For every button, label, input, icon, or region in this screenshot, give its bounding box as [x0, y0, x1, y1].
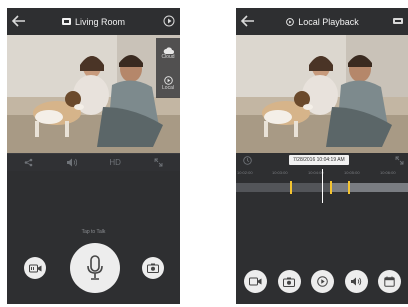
event-marker[interactable]: [348, 181, 350, 194]
live-video-feed[interactable]: Cloud Local: [7, 35, 180, 153]
record-button[interactable]: [244, 270, 267, 293]
camera-snapshot-icon: [147, 263, 159, 273]
volume-button[interactable]: [344, 270, 368, 293]
local-label: Local: [162, 84, 174, 91]
title-text: Local Playback: [298, 16, 359, 27]
calendar-button[interactable]: [378, 270, 401, 293]
tick-label: 10:03:00: [272, 170, 288, 175]
local-button[interactable]: Local: [156, 68, 180, 98]
timeline-recorded-segment: [331, 183, 408, 192]
tap-to-talk-label: Tap to Talk: [81, 229, 106, 235]
expand-icon[interactable]: [395, 156, 404, 165]
video-control-bar: HD: [7, 153, 180, 171]
speaker-icon: [67, 158, 78, 167]
local-playback-screen: Local Playback 7/28/2016 10:04:19 AM 10:…: [236, 8, 408, 304]
quality-button[interactable]: HD: [108, 156, 122, 170]
screen-title: Living Room: [7, 8, 180, 35]
play-button[interactable]: [311, 270, 334, 293]
sd-card-icon[interactable]: [392, 15, 404, 27]
video-frame: [7, 35, 180, 153]
video-record-icon: [28, 264, 41, 272]
camera-icon: [61, 18, 71, 25]
playback-toolbar: [244, 270, 401, 293]
video-record-icon: [249, 277, 262, 286]
playback-video[interactable]: [236, 35, 408, 153]
tick-label: 10:02:00: [237, 170, 253, 175]
event-marker[interactable]: [290, 181, 292, 194]
microphone-icon: [87, 255, 103, 280]
storage-side-menu: Cloud Local: [156, 38, 180, 98]
speaker-icon: [351, 277, 362, 286]
event-marker[interactable]: [330, 181, 332, 194]
expand-icon: [154, 158, 163, 167]
share-button[interactable]: [22, 156, 36, 170]
timeline-cursor[interactable]: [322, 169, 323, 203]
snapshot-button[interactable]: [142, 257, 164, 279]
video-frame: [236, 35, 408, 153]
screen-title: Local Playback: [236, 8, 408, 35]
playback-timestamp: 7/28/2016 10:04:19 AM: [289, 155, 349, 165]
camera-snapshot-icon: [283, 277, 295, 287]
play-circle-icon[interactable]: [163, 15, 175, 27]
playback-timeline[interactable]: 10:02:00 10:03:00 10:04:00 10:05:00 10:0…: [236, 169, 408, 203]
push-to-talk-button[interactable]: [70, 243, 120, 293]
share-icon: [24, 158, 33, 167]
volume-button[interactable]: [65, 156, 79, 170]
cloud-label: Cloud: [161, 53, 175, 60]
record-button[interactable]: [24, 257, 46, 279]
snapshot-button[interactable]: [277, 270, 301, 293]
tick-label: 10:06:00: [380, 170, 396, 175]
tick-label: 10:05:00: [344, 170, 360, 175]
cloud-button[interactable]: Cloud: [156, 38, 180, 68]
title-text: Living Room: [74, 16, 126, 27]
header: Living Room: [7, 8, 180, 35]
live-view-screen: Living Room Cloud Local HD Tap to Talk: [7, 8, 180, 304]
clock-icon[interactable]: [243, 156, 252, 165]
play-circle-icon: [286, 17, 295, 26]
cloud-icon: [163, 46, 174, 54]
header: Local Playback: [236, 8, 408, 35]
play-icon: [317, 276, 328, 287]
fullscreen-button[interactable]: [151, 156, 165, 170]
play-circle-icon: [163, 75, 173, 85]
calendar-icon: [384, 276, 395, 287]
